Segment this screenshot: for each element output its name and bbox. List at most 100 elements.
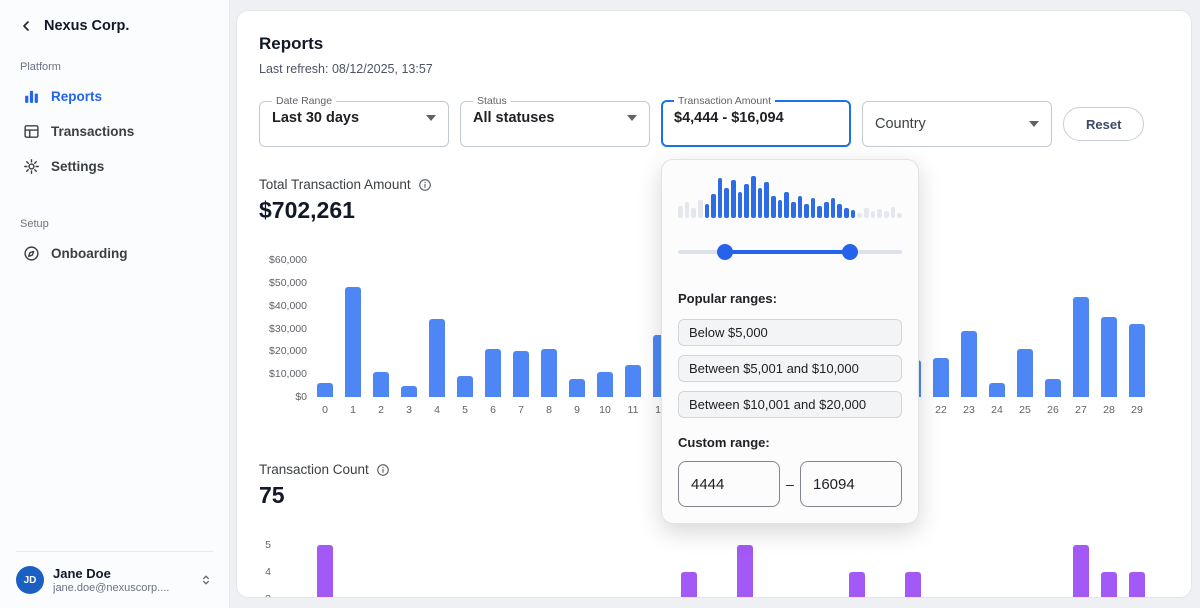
user-email: jane.doe@nexuscorp.... [53,582,171,594]
bar [1129,572,1145,598]
bar [373,372,389,397]
histogram-bar [804,204,809,218]
histogram-bar [837,204,842,218]
histogram-bar [711,194,716,218]
range-button-5001-10000[interactable]: Between $5,001 and $10,000 [678,355,902,382]
reports-panel: Reports Last refresh: 08/12/2025, 13:57 … [236,10,1192,598]
user-menu[interactable]: JD Jane Doe jane.doe@nexuscorp.... [16,566,213,594]
gear-icon [22,158,40,175]
status-label: Status [473,95,511,107]
info-icon[interactable] [418,178,432,192]
caret-down-icon [426,115,436,121]
y-tick-label: 4 [259,567,271,578]
x-tick-label: 0 [313,404,337,416]
bar [1129,324,1145,397]
histogram-bar [851,210,856,218]
transaction-amount-filter[interactable]: Transaction Amount $4,444 - $16,094 [661,95,851,147]
table-icon [22,123,40,140]
max-amount-input[interactable] [800,461,902,507]
x-tick-label: 28 [1097,404,1121,416]
date-range-select[interactable]: Date Range Last 30 days [259,95,449,147]
sidebar-item-transactions[interactable]: Transactions [16,114,213,149]
histogram-bar [764,182,769,218]
unfold-chevrons-icon [199,573,213,587]
x-tick-label: 1 [341,404,365,416]
x-tick-label: 27 [1069,404,1093,416]
bar [933,358,949,397]
reset-button[interactable]: Reset [1063,107,1144,141]
transaction-amount-label: Transaction Amount [674,95,775,107]
amount-metric-label-text: Total Transaction Amount [259,177,411,192]
custom-range-row: – [678,461,902,507]
x-tick-label: 7 [509,404,533,416]
bar [961,331,977,397]
info-icon[interactable] [376,463,390,477]
x-tick-label: 2 [369,404,393,416]
x-tick-label: 6 [481,404,505,416]
bar [485,349,501,397]
date-range-value: Last 30 days [272,110,359,126]
custom-range-label: Custom range: [678,434,902,451]
x-tick-label: 9 [565,404,589,416]
histogram-bar [824,202,829,218]
brand: Nexus Corp. [16,18,213,34]
histogram-bar [744,184,749,218]
histogram-bar [871,211,876,218]
user-meta: Jane Doe jane.doe@nexuscorp.... [53,566,190,594]
bar-chart-icon [22,88,40,105]
collapse-sidebar-button[interactable] [18,18,34,34]
sidebar-item-reports[interactable]: Reports [16,79,213,114]
histogram-bar [778,200,783,218]
histogram-bar [791,202,796,218]
caret-down-icon [1029,121,1039,127]
histogram-bar [897,213,902,218]
bar [1073,545,1089,598]
histogram-bar [864,208,869,218]
histogram-bar [857,213,862,218]
bar [457,376,473,397]
primary-nav: Reports Transactions Settings [16,79,213,184]
company-name: Nexus Corp. [44,18,129,34]
sidebar-item-onboarding[interactable]: Onboarding [16,236,213,271]
sidebar-item-settings[interactable]: Settings [16,149,213,184]
histogram-bar [724,188,729,218]
country-placeholder: Country [875,116,926,132]
histogram-bar [738,192,743,218]
x-tick-label: 8 [537,404,561,416]
slider-fill [725,250,850,254]
sidebar: Nexus Corp. Platform Reports Transaction… [0,0,230,608]
range-button-10001-20000[interactable]: Between $10,001 and $20,000 [678,391,902,418]
y-tick-label: $50,000 [259,278,307,289]
range-separator: – [786,476,794,492]
histogram-bar [718,178,723,218]
date-range-label: Date Range [272,95,336,107]
histogram-bar [784,192,789,218]
bar [569,379,585,397]
histogram-bar [705,204,710,218]
avatar: JD [16,566,44,594]
user-section: JD Jane Doe jane.doe@nexuscorp.... [16,551,213,594]
status-select[interactable]: Status All statuses [460,95,650,147]
popular-ranges-label: Popular ranges: [678,290,902,307]
bar [401,386,417,397]
bar [849,572,865,598]
bar [513,351,529,397]
x-tick-label: 5 [453,404,477,416]
y-tick-label: $0 [259,392,307,403]
range-button-below-5000[interactable]: Below $5,000 [678,319,902,346]
country-select[interactable]: Country [862,101,1052,147]
bar [345,287,361,397]
slider-handle-min[interactable] [717,244,733,260]
user-name: Jane Doe [53,566,190,582]
y-tick-label: $20,000 [259,346,307,357]
slider-handle-max[interactable] [842,244,858,260]
y-tick-label: 3 [259,594,271,598]
setup-section-label: Setup [20,218,213,230]
histogram-bar [831,198,836,218]
x-tick-label: 26 [1041,404,1065,416]
bar [1101,317,1117,397]
bar [681,572,697,598]
bar [1101,572,1117,598]
y-tick-label: 5 [259,540,271,551]
min-amount-input[interactable] [678,461,780,507]
